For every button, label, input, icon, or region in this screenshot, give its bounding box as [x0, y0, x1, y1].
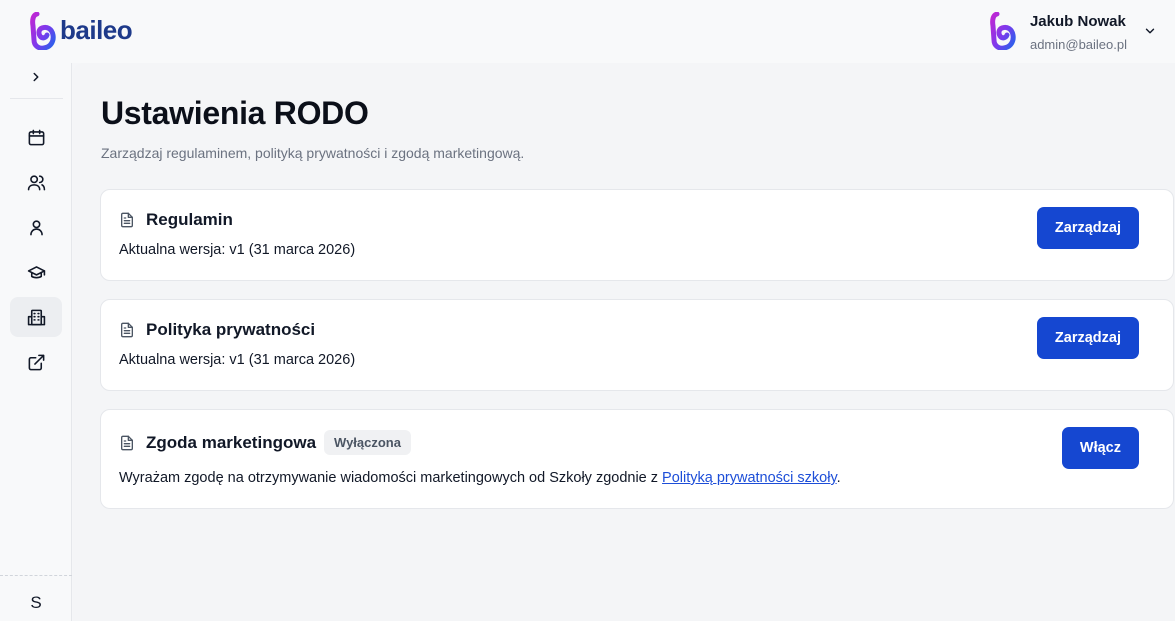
chevron-down-icon[interactable] [1143, 24, 1157, 38]
sidebar-expand-button[interactable] [26, 67, 46, 87]
status-badge: Wyłączona [324, 430, 411, 455]
document-icon [121, 212, 133, 228]
manage-terms-button[interactable]: Zarządzaj [1036, 207, 1139, 249]
user-name: Jakub Nowak [1029, 13, 1126, 30]
sidebar-item-external[interactable] [10, 342, 62, 382]
privacy-policy-card: Polityka prywatności Aktualna wersja: v1… [100, 299, 1174, 391]
marketing-consent-card: Zgoda marketingowa Wyłączona Wyrażam zgo… [100, 409, 1174, 509]
card-title: Polityka prywatności [146, 320, 316, 339]
sidebar-footer-divider [0, 575, 72, 576]
user-icon [29, 219, 43, 235]
card-description: Aktualna wersja: v1 (31 marca 2026) [119, 242, 356, 258]
baileo-logo-icon [30, 12, 56, 50]
chevron-right-icon [33, 72, 39, 82]
enable-marketing-button[interactable]: Włącz [1061, 427, 1139, 469]
user-menu[interactable]: Jakub Nowak admin@baileo.pl [988, 10, 1157, 52]
sidebar-item-school[interactable] [10, 297, 62, 337]
sidebar-divider [10, 98, 63, 99]
privacy-policy-link[interactable]: Polityką prywatności szkoły [662, 470, 837, 486]
building-icon [27, 309, 45, 325]
calendar-icon [28, 129, 44, 145]
document-icon [121, 435, 133, 450]
main-content: Ustawienia RODO Zarządzaj regulaminem, p… [73, 63, 1175, 621]
card-title: Zgoda marketingowa [146, 432, 317, 452]
sidebar: S [0, 63, 72, 621]
page-subtitle: Zarządzaj regulaminem, polityką prywatno… [101, 145, 525, 161]
terms-card: Regulamin Aktualna wersja: v1 (31 marca … [100, 189, 1174, 281]
sidebar-item-users[interactable] [10, 162, 62, 202]
sidebar-item-courses[interactable] [10, 252, 62, 292]
sidebar-item-calendar[interactable] [10, 117, 62, 157]
avatar [990, 12, 1016, 50]
workspace-initial[interactable]: S [0, 593, 72, 613]
card-description: Wyrażam zgodę na otrzymywanie wiadomości… [119, 470, 841, 486]
logo[interactable]: baileo [28, 12, 133, 50]
logo-text: baileo [60, 14, 133, 45]
page-title: Ustawienia RODO [101, 95, 369, 131]
consent-text-end: . [836, 470, 841, 486]
users-icon [27, 174, 45, 190]
graduation-cap-icon [27, 265, 45, 278]
consent-text: Wyrażam zgodę na otrzymywanie wiadomości… [119, 470, 663, 486]
sidebar-item-profile[interactable] [10, 207, 62, 247]
top-bar: baileo Jakub Nowak admin@baileo.pl [0, 0, 1175, 63]
card-title: Regulamin [146, 210, 233, 229]
card-description: Aktualna wersja: v1 (31 marca 2026) [119, 352, 356, 368]
manage-privacy-policy-button[interactable]: Zarządzaj [1036, 317, 1139, 359]
external-link-icon [28, 354, 44, 370]
document-icon [121, 322, 133, 338]
user-email: admin@baileo.pl [1029, 37, 1127, 52]
